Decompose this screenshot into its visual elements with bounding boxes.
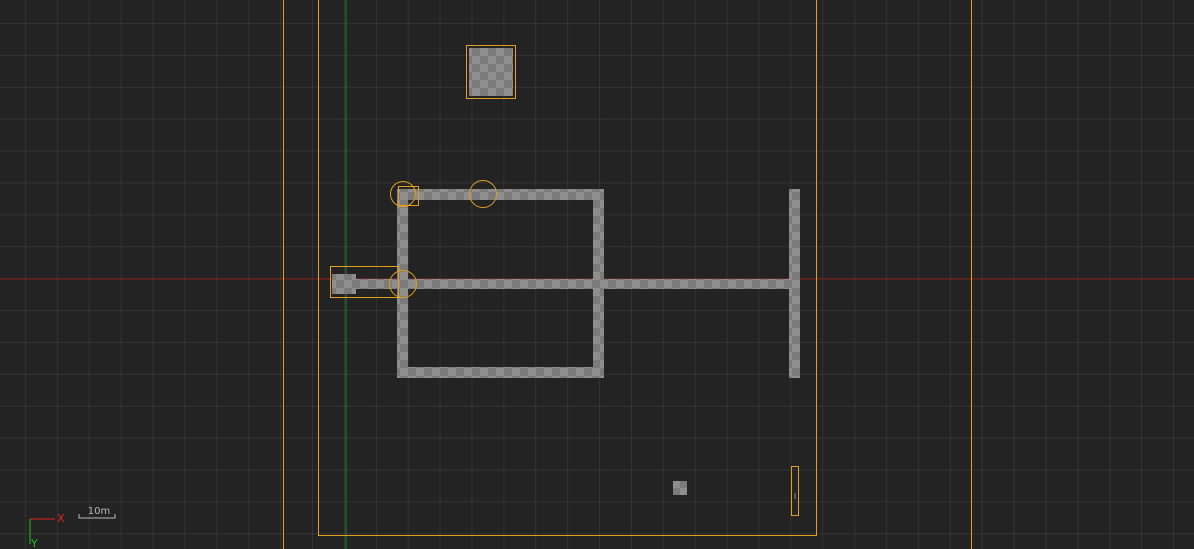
outer-boundary[interactable] — [283, 0, 972, 549]
room-wall-bottom[interactable] — [397, 367, 604, 378]
small-square[interactable] — [673, 481, 687, 495]
entry-box-fill[interactable] — [332, 274, 356, 294]
top-block[interactable] — [469, 48, 513, 96]
corridor-wall[interactable] — [332, 279, 800, 289]
t-wall-vertical[interactable] — [789, 189, 800, 378]
editor-viewport[interactable]: X Y 10m — [0, 0, 1194, 549]
gizmo-y-label: Y — [31, 537, 38, 549]
room-wall-top[interactable] — [397, 189, 604, 200]
scale-bar-label: 10m — [87, 506, 111, 517]
scene-canvas[interactable] — [0, 0, 1194, 549]
gizmo-x-label: X — [57, 512, 65, 525]
post[interactable] — [791, 466, 799, 516]
inner-boundary[interactable] — [318, 0, 817, 536]
